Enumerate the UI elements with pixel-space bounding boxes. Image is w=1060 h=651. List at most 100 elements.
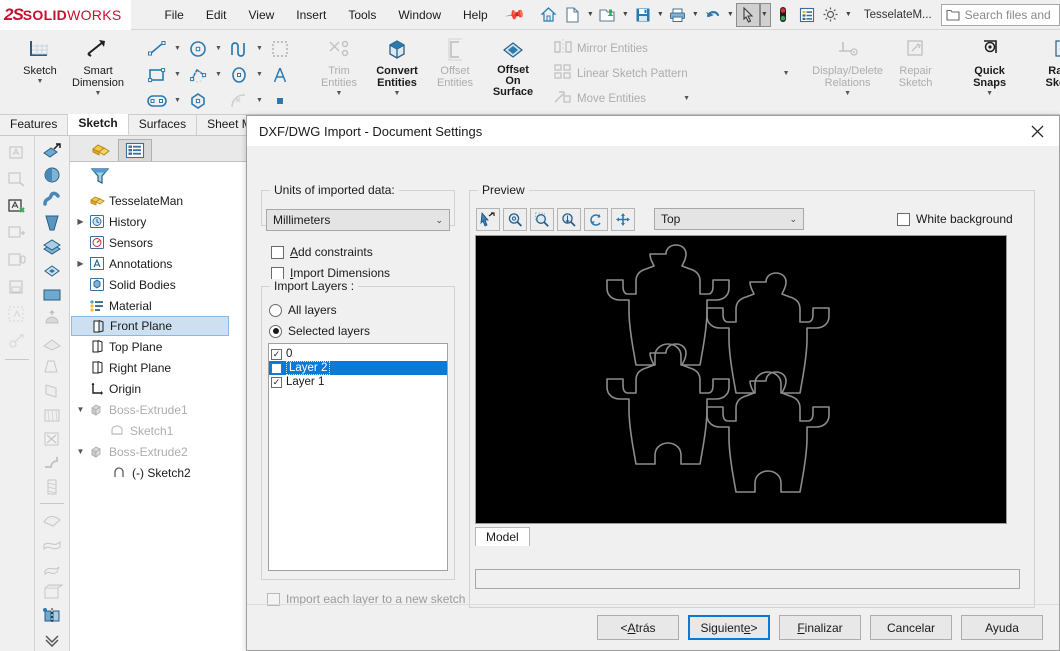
point-icon[interactable]: [266, 92, 294, 110]
tree-arrow[interactable]: ▶: [74, 259, 87, 268]
tree-item-history[interactable]: ▶ History: [70, 211, 269, 232]
ellipse-icon[interactable]: [225, 66, 253, 84]
trim-box-icon[interactable]: [266, 40, 294, 58]
preview-zoom-area-button[interactable]: [530, 208, 554, 231]
print-caret-icon[interactable]: ▼: [690, 11, 701, 18]
menu-item-file[interactable]: File: [153, 4, 194, 26]
tree-item-boss-extrude2[interactable]: ▼ Boss-Extrude2: [70, 441, 269, 462]
tab-surfaces[interactable]: Surfaces: [129, 115, 198, 135]
lofted-boss-icon[interactable]: [38, 212, 66, 234]
preview-pan-button[interactable]: [611, 208, 635, 231]
polygon-sketch-icon[interactable]: [184, 66, 212, 84]
preview-rotate-button[interactable]: [584, 208, 608, 231]
wrap-icon[interactable]: [38, 404, 66, 426]
save-icon[interactable]: [631, 3, 655, 27]
cancel-button[interactable]: Cancelar: [870, 615, 952, 640]
menu-item-window[interactable]: Window: [387, 4, 452, 26]
expand-chevron-icon[interactable]: [38, 629, 66, 651]
tree-item-sketch1[interactable]: Sketch1: [70, 420, 269, 441]
freeform-icon[interactable]: [38, 509, 66, 531]
tree-item-sketch2[interactable]: (-) Sketch2: [70, 462, 269, 483]
rib-icon[interactable]: [38, 380, 66, 402]
polygon-icon[interactable]: [184, 92, 212, 110]
ribbon-button-linear-sketch-pattern[interactable]: Linear Sketch Pattern ▼: [552, 61, 793, 86]
sketch-dropdown-caret-icon[interactable]: ▼: [37, 78, 44, 85]
feature-tree-tab[interactable]: [84, 139, 118, 161]
options-gear-icon[interactable]: [819, 3, 843, 27]
options-caret-icon[interactable]: ▼: [843, 11, 854, 18]
tree-arrow[interactable]: ▼: [74, 447, 87, 456]
preview-zoom-fit-button[interactable]: [557, 208, 581, 231]
revolved-boss-icon[interactable]: [38, 164, 66, 186]
polygon-sketch-caret-icon[interactable]: ▼: [212, 71, 225, 78]
select-cursor-icon[interactable]: [735, 2, 760, 27]
all-layers-radio[interactable]: All layers: [269, 300, 337, 320]
tree-item-boss-extrude1[interactable]: ▼ Boss-Extrude1: [70, 399, 269, 420]
finish-button[interactable]: Finalizar: [779, 615, 861, 640]
select-cursor-caret-icon[interactable]: ▼: [759, 2, 771, 27]
ellipse-caret-icon[interactable]: ▼: [253, 71, 266, 78]
menu-item-insert[interactable]: Insert: [285, 4, 337, 26]
layer-checkbox[interactable]: [271, 362, 282, 374]
undo-icon[interactable]: [701, 3, 725, 27]
ribbon-button-rapid-sketch[interactable]: Rapid Sketch: [1035, 33, 1060, 89]
layer-row-1[interactable]: Layer 2: [269, 361, 447, 375]
menu-item-help[interactable]: Help: [452, 4, 499, 26]
move-entities-caret-icon[interactable]: ▼: [680, 95, 693, 102]
view-orientation-combobox[interactable]: Top ⌄: [654, 208, 804, 230]
open-folder-caret-icon[interactable]: ▼: [620, 11, 631, 18]
layer-row-2[interactable]: ✓ Layer 1: [269, 375, 447, 389]
annotation-add-icon[interactable]: [3, 194, 31, 219]
circle-icon[interactable]: [184, 40, 212, 58]
undo-caret-icon[interactable]: ▼: [725, 11, 736, 18]
arc-icon[interactable]: [225, 92, 253, 110]
cut-extrude-icon[interactable]: [38, 428, 66, 450]
linear-sketch-pattern-caret-icon[interactable]: ▼: [780, 70, 793, 77]
print-icon[interactable]: [666, 3, 690, 27]
property-manager-tab[interactable]: [118, 139, 152, 161]
spline-caret-icon[interactable]: ▼: [253, 45, 266, 52]
thread-icon[interactable]: [38, 476, 66, 498]
ribbon-button-display-delete-relations[interactable]: Display/Delete Relations ▼: [809, 33, 887, 97]
ribbon-button-repair-sketch[interactable]: Repair Sketch: [887, 33, 945, 89]
ribbon-button-convert-entities[interactable]: Convert Entities ▼: [368, 33, 426, 97]
pin-icon[interactable]: 📌: [504, 3, 526, 25]
white-background-checkbox[interactable]: White background: [897, 209, 1013, 229]
indent-icon[interactable]: [38, 581, 66, 603]
surface-fill-icon[interactable]: [38, 260, 66, 282]
trim-entities-dropdown-caret-icon[interactable]: ▼: [336, 90, 343, 97]
save-caret-icon[interactable]: ▼: [655, 11, 666, 18]
ribbon-button-quick-snaps[interactable]: Quick Snaps ▼: [961, 33, 1019, 97]
line-icon[interactable]: [143, 40, 171, 58]
menu-item-tools[interactable]: Tools: [337, 4, 387, 26]
back-button[interactable]: < Atrás: [597, 615, 679, 640]
annotation-pattern-icon[interactable]: [3, 302, 31, 327]
slot-caret-icon[interactable]: ▼: [171, 97, 184, 104]
layer-row-0[interactable]: ✓ 0: [269, 347, 447, 361]
convert-entities-dropdown-caret-icon[interactable]: ▼: [394, 90, 401, 97]
preview-canvas[interactable]: [475, 235, 1007, 524]
swept-boss-icon[interactable]: [38, 188, 66, 210]
tree-item-front-plane[interactable]: Front Plane: [71, 316, 229, 336]
annotation-plus-icon[interactable]: [3, 221, 31, 246]
rectangle-caret-icon[interactable]: ▼: [171, 71, 184, 78]
tree-arrow[interactable]: ▼: [74, 405, 87, 414]
deform-icon[interactable]: [38, 533, 66, 555]
ribbon-button-trim-entities[interactable]: Trim Entities ▼: [310, 33, 368, 97]
search-input[interactable]: Search files and: [940, 3, 1060, 26]
annotation-link-icon[interactable]: [3, 329, 31, 354]
text-a-icon[interactable]: [266, 66, 294, 84]
mirror-feature-icon[interactable]: [38, 605, 66, 627]
rectangle-icon[interactable]: [143, 66, 171, 84]
tree-item-tesselateman[interactable]: TesselateMan: [70, 190, 269, 211]
annotation-block-icon[interactable]: [3, 248, 31, 273]
preview-select-button[interactable]: [476, 208, 500, 231]
layer-checkbox[interactable]: ✓: [271, 376, 282, 388]
ribbon-button-offset-on-surface[interactable]: Offset On Surface: [484, 33, 542, 98]
ribbon-button-smart-dimension[interactable]: Smart Dimension ▼: [69, 33, 127, 97]
model-tab[interactable]: Model: [475, 527, 530, 546]
open-folder-icon[interactable]: [596, 3, 620, 27]
preview-zoom-in-button[interactable]: [503, 208, 527, 231]
tree-item-sensors[interactable]: Sensors: [70, 232, 269, 253]
ribbon-button-offset-entities[interactable]: Offset Entities: [426, 33, 484, 89]
